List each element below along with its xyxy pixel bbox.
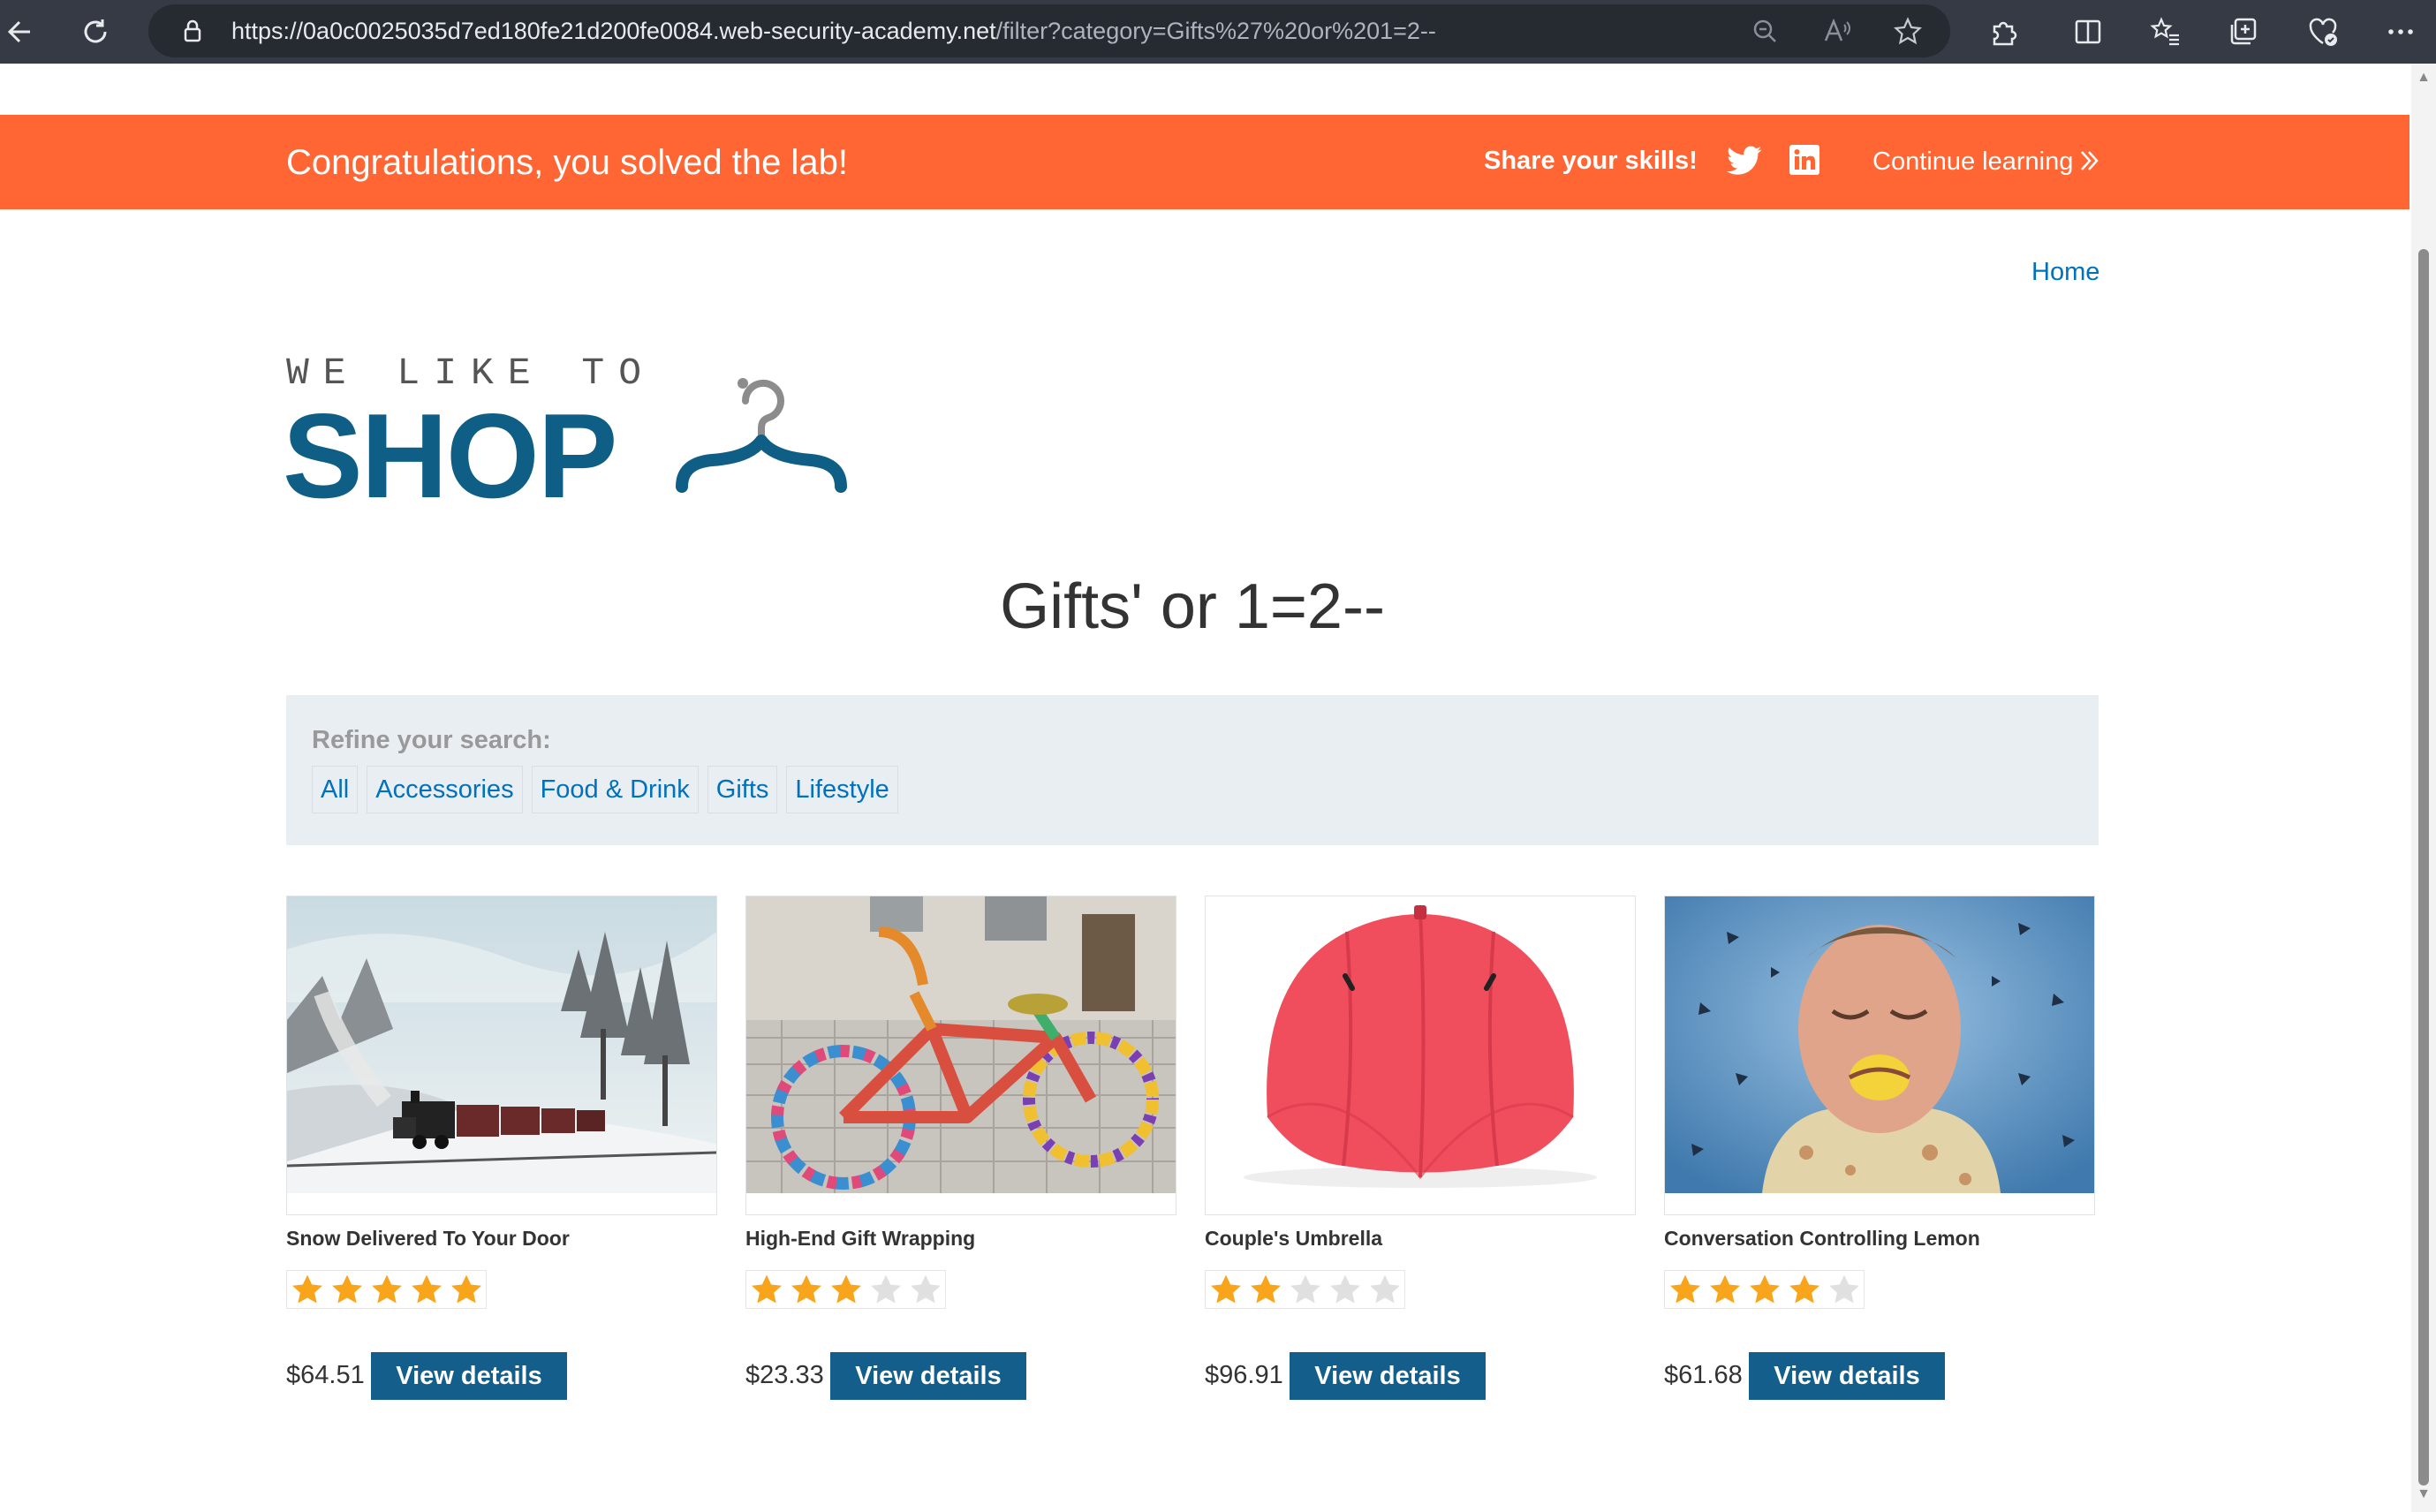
view-details-button[interactable]: View details	[371, 1352, 567, 1400]
star-filled-icon	[406, 1271, 446, 1308]
star-filled-icon	[287, 1271, 327, 1308]
filter-food-drink[interactable]: Food & Drink	[531, 766, 699, 813]
view-details-button[interactable]: View details	[1290, 1352, 1486, 1400]
linkedin-icon[interactable]	[1789, 145, 1819, 175]
lock-icon[interactable]	[177, 15, 208, 47]
product-price: $64.51	[286, 1361, 365, 1389]
product-price: $61.68	[1664, 1361, 1743, 1389]
product-name: Conversation Controlling Lemon	[1664, 1227, 1980, 1250]
filter-all[interactable]: All	[312, 766, 359, 813]
continue-learning-link[interactable]: Continue learning	[1872, 147, 2073, 177]
shop-logo[interactable]: WE LIKE TO SHOP	[283, 352, 857, 523]
star-rating	[1664, 1270, 1865, 1309]
view-details-button[interactable]: View details	[830, 1352, 1026, 1400]
star-empty-icon	[1824, 1271, 1864, 1308]
star-filled-icon	[1245, 1271, 1285, 1308]
url-text[interactable]: https://0a0c0025035d7ed180fe21d200fe0084…	[231, 18, 1436, 45]
page-title: Gifts' or 1=2--	[1000, 571, 1385, 642]
filter-lifestyle[interactable]: Lifestyle	[786, 766, 898, 813]
browser-toolbar: https://0a0c0025035d7ed180fe21d200fe0084…	[0, 0, 2436, 64]
star-rating	[286, 1270, 487, 1309]
star-filled-icon	[746, 1271, 786, 1308]
scroll-up-icon[interactable]: ▲	[2417, 71, 2431, 85]
product-image-snow-train[interactable]	[286, 896, 717, 1215]
zoom-icon[interactable]	[1749, 15, 1781, 47]
banner-message: Congratulations, you solved the lab!	[286, 143, 848, 182]
refresh-icon[interactable]	[74, 11, 117, 53]
star-empty-icon	[1285, 1271, 1325, 1308]
extensions-icon[interactable]	[1982, 11, 2024, 53]
logo-wordmark: SHOP	[283, 389, 617, 523]
product-image-knitted-bike[interactable]	[745, 896, 1176, 1215]
category-filter-list: All Accessories Food & Drink Gifts Lifes…	[312, 766, 898, 813]
product-image-lemon-man[interactable]	[1664, 896, 2095, 1215]
star-filled-icon	[327, 1271, 367, 1308]
star-filled-icon	[367, 1271, 406, 1308]
star-empty-icon	[866, 1271, 905, 1308]
collections-icon[interactable]	[2222, 11, 2265, 53]
product-price: $23.33	[745, 1361, 824, 1389]
search-filter-panel: Refine your search: All Accessories Food…	[286, 695, 2099, 845]
page-scrollbar[interactable]: ▲ ▼	[2411, 64, 2436, 1512]
more-icon[interactable]	[2379, 11, 2422, 53]
home-link[interactable]: Home	[2031, 258, 2099, 287]
product-price: $96.91	[1205, 1361, 1283, 1389]
favorite-star-icon[interactable]	[1892, 15, 1924, 47]
star-filled-icon	[1665, 1271, 1705, 1308]
scroll-thumb[interactable]	[2418, 249, 2429, 1486]
split-screen-icon[interactable]	[2067, 11, 2109, 53]
address-bar[interactable]: https://0a0c0025035d7ed180fe21d200fe0084…	[148, 4, 1950, 57]
filter-accessories[interactable]: Accessories	[367, 766, 523, 813]
hanger-icon	[654, 352, 857, 502]
product-name: Snow Delivered To Your Door	[286, 1227, 570, 1250]
star-filled-icon	[1206, 1271, 1245, 1308]
star-filled-icon	[786, 1271, 826, 1308]
product-image-umbrella[interactable]	[1205, 896, 1636, 1215]
browser-essentials-icon[interactable]	[2302, 11, 2344, 53]
product-name: Couple's Umbrella	[1205, 1227, 1383, 1250]
read-aloud-icon[interactable]	[1821, 15, 1853, 47]
scroll-down-icon[interactable]: ▼	[2417, 1487, 2431, 1501]
filter-gifts[interactable]: Gifts	[707, 766, 778, 813]
favorites-icon[interactable]	[2145, 11, 2187, 53]
back-icon[interactable]	[0, 11, 42, 53]
star-filled-icon	[1784, 1271, 1824, 1308]
product-name: High-End Gift Wrapping	[745, 1227, 976, 1250]
star-empty-icon	[1365, 1271, 1404, 1308]
star-filled-icon	[826, 1271, 866, 1308]
filter-title: Refine your search:	[312, 726, 551, 754]
twitter-icon[interactable]	[1727, 145, 1762, 177]
star-rating	[745, 1270, 946, 1309]
star-filled-icon	[1705, 1271, 1744, 1308]
star-rating	[1205, 1270, 1405, 1309]
star-filled-icon	[1744, 1271, 1784, 1308]
share-label: Share your skills!	[1484, 147, 1698, 175]
view-details-button[interactable]: View details	[1749, 1352, 1945, 1400]
lab-solved-banner: Congratulations, you solved the lab! Sha…	[0, 115, 2410, 209]
star-empty-icon	[905, 1271, 945, 1308]
star-empty-icon	[1325, 1271, 1365, 1308]
double-chevron-right-icon[interactable]	[2079, 148, 2100, 173]
star-filled-icon	[446, 1271, 486, 1308]
